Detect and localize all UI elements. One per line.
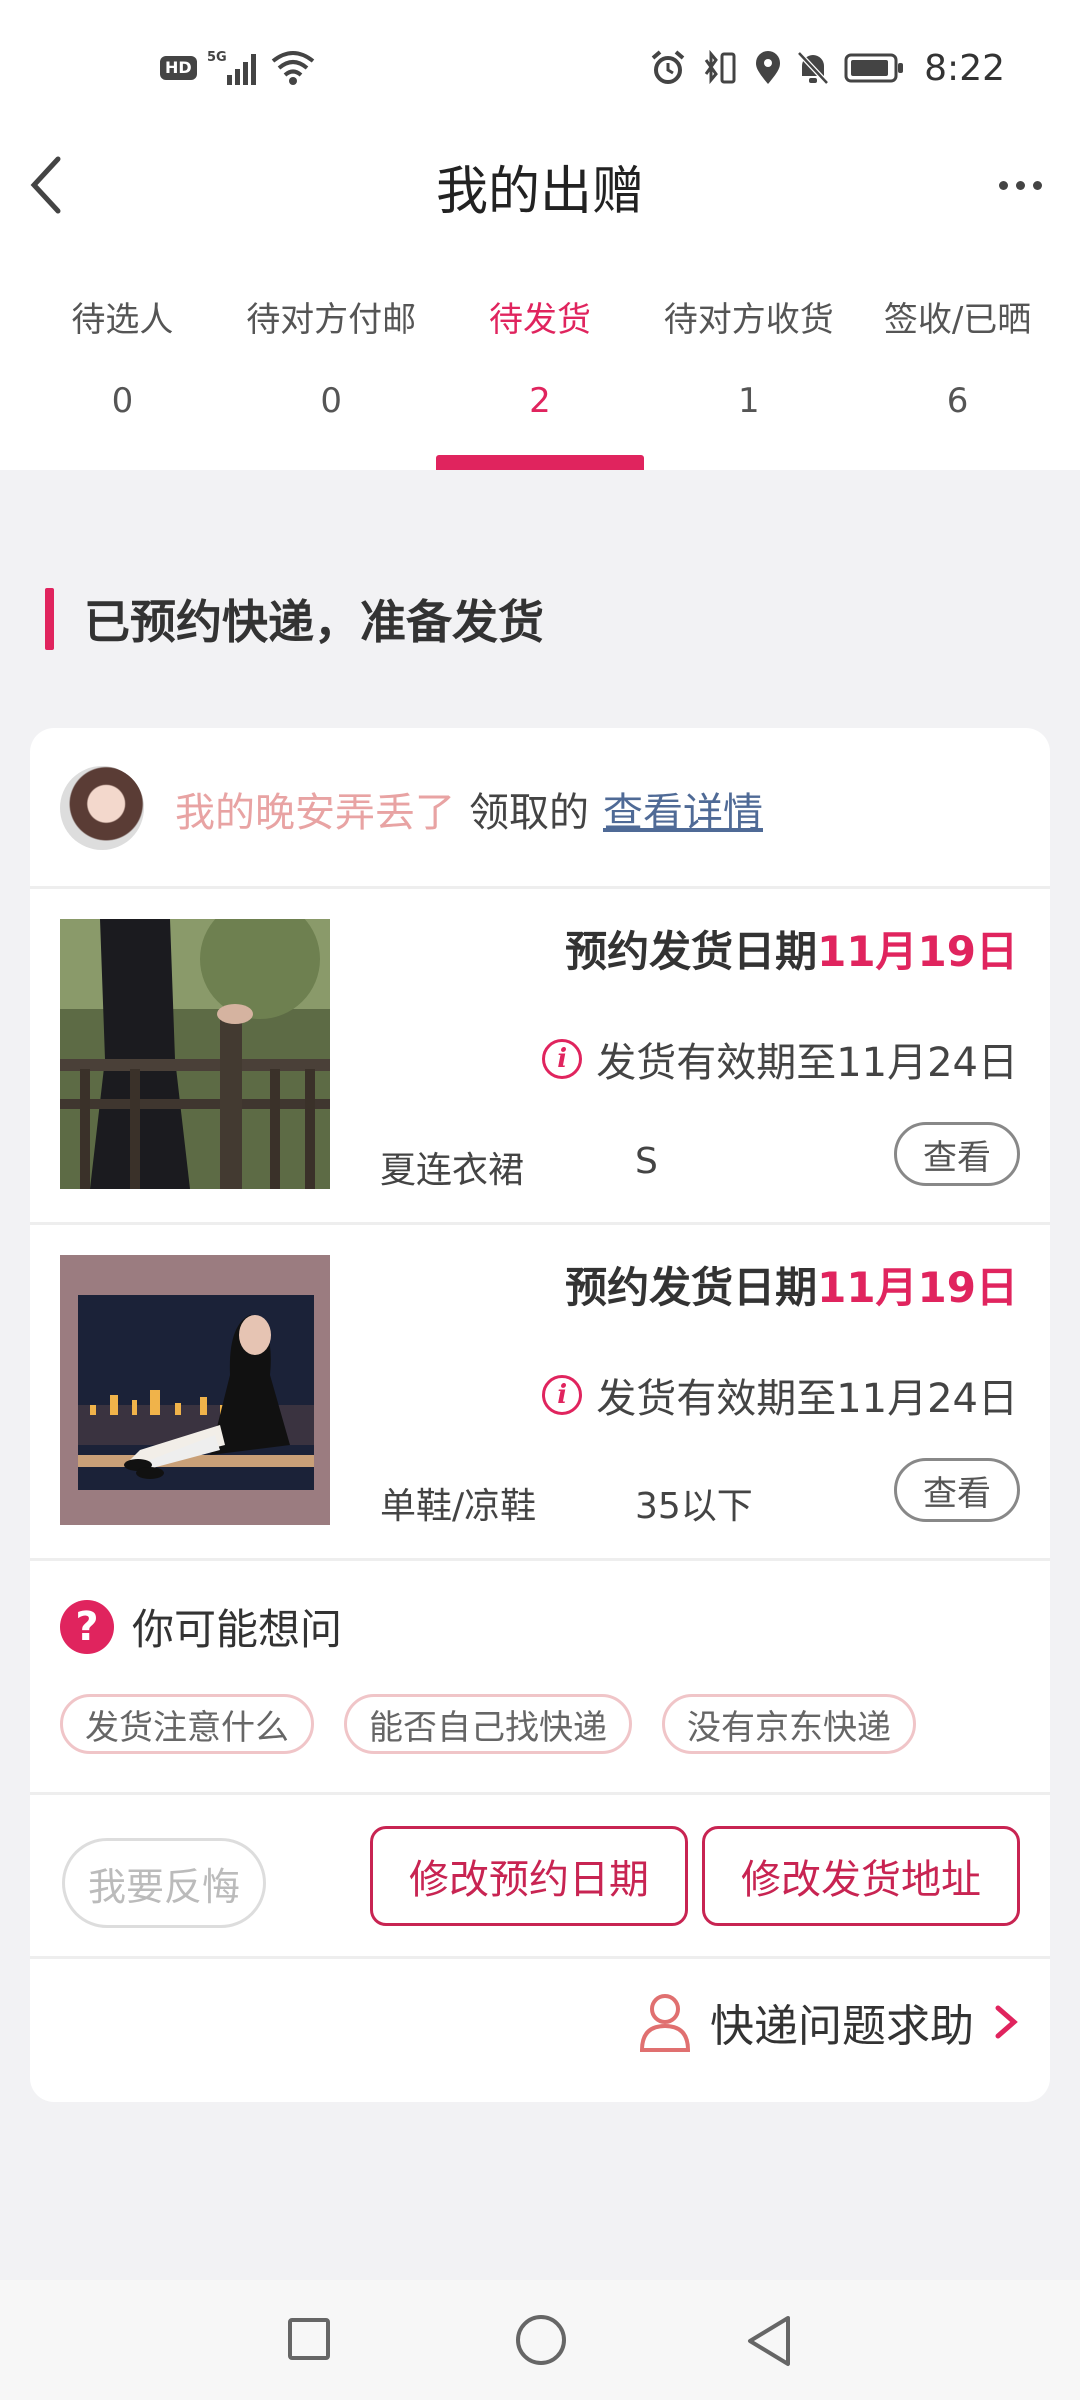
app-header: 我的出赠	[0, 135, 1080, 235]
active-tab-indicator	[435, 455, 644, 470]
validity-line: i 发货有效期至11月24日	[542, 1030, 1018, 1088]
change-date-button[interactable]: 修改预约日期	[370, 1826, 688, 1926]
location-icon	[756, 51, 781, 84]
shoes-photo-image	[60, 1255, 330, 1525]
item-size: S	[635, 1141, 658, 1182]
more-dot	[1015, 180, 1025, 190]
section-title: 已预约快递，准备发货	[84, 595, 544, 649]
tab-signed-shared[interactable]: 签收/已晒 6	[853, 295, 1062, 470]
person-icon	[639, 1994, 691, 2052]
status-right: 8:22	[650, 47, 1005, 89]
recipient-text: 我的晚安弄丢了 领取的 查看详情	[175, 780, 763, 838]
change-address-button[interactable]: 修改发货地址	[702, 1826, 1020, 1926]
tab-label: 待对方收货	[663, 300, 834, 340]
item-photo[interactable]	[60, 919, 330, 1189]
tab-pending-receipt[interactable]: 待对方收货 1	[644, 295, 853, 470]
info-icon: i	[542, 1375, 583, 1415]
status-bar: HD 5G 8:22	[0, 0, 1080, 135]
tab-label: 待发货	[488, 300, 591, 340]
scheduled-date: 预约发货日期11月19日	[565, 1254, 1018, 1315]
item-photo[interactable]	[60, 1255, 330, 1525]
faq-chip[interactable]: 能否自己找快递	[344, 1694, 632, 1754]
info-icon: i	[542, 1039, 583, 1079]
tab-count: 2	[529, 381, 551, 421]
scheduled-date-value: 11月19日	[817, 927, 1018, 976]
bluetooth-vibrate-icon	[704, 50, 736, 85]
tab-pending-select[interactable]: 待选人 0	[18, 295, 227, 470]
scheduled-date-label: 预约发货日期	[565, 1263, 818, 1312]
tab-count: 0	[111, 381, 134, 421]
help-label: 快递问题求助	[710, 2001, 974, 2052]
more-dot	[1032, 180, 1042, 190]
dress-photo-image	[60, 919, 330, 1189]
wifi-icon	[271, 51, 314, 85]
triangle-back-icon	[748, 2316, 790, 2366]
view-details-link[interactable]: 查看详情	[603, 780, 763, 838]
scheduled-date: 预约发货日期11月19日	[565, 918, 1018, 979]
tab-pending-postage[interactable]: 待对方付邮 0	[227, 295, 436, 470]
divider	[30, 1558, 1050, 1561]
faq-title: 你可能想问	[132, 1605, 343, 1654]
tab-count: 6	[946, 381, 969, 421]
alarm-icon	[651, 50, 685, 84]
faq-chip[interactable]: 发货注意什么	[60, 1694, 314, 1754]
page-title: 我的出赠	[435, 162, 644, 222]
status-left: HD 5G	[160, 48, 315, 88]
recipient-row: 我的晚安弄丢了 领取的 查看详情	[30, 728, 1050, 888]
question-icon: ?	[60, 1599, 114, 1654]
tab-count: 1	[737, 381, 760, 421]
scheduled-date-label: 预约发货日期	[565, 927, 818, 976]
view-item-button[interactable]: 查看	[894, 1458, 1020, 1522]
tab-label: 待对方付邮	[246, 300, 417, 340]
svg-text:5G: 5G	[207, 50, 227, 65]
validity-text: 发货有效期至11月24日	[596, 1040, 1018, 1086]
tab-label: 签收/已晒	[883, 300, 1032, 340]
list-item: 预约发货日期11月19日 i 发货有效期至11月24日 夏连衣裙 S 查看	[30, 888, 1050, 1224]
action-row: 我要反悔 修改预约日期 修改发货地址	[30, 1794, 1050, 1954]
scheduled-date-value: 11月19日	[817, 1263, 1018, 1312]
list-item: 预约发货日期11月19日 i 发货有效期至11月24日 单鞋/凉鞋 35以下 查…	[30, 1224, 1050, 1560]
battery-icon	[844, 53, 904, 83]
more-button[interactable]	[980, 145, 1060, 225]
more-horizontal-icon	[998, 180, 1008, 190]
validity-line: i 发货有效期至11月24日	[542, 1366, 1018, 1424]
recents-button[interactable]	[288, 2318, 330, 2360]
hd-icon: HD	[160, 56, 197, 80]
status-tabs: 待选人 0 待对方付邮 0 待发货 2 待对方收货 1 签收/已晒 6	[0, 295, 1080, 470]
courier-help-link[interactable]: 快递问题求助	[638, 1990, 1020, 2054]
chevron-right-icon	[995, 2005, 1018, 2039]
regret-button[interactable]: 我要反悔	[62, 1838, 266, 1928]
system-back-button[interactable]	[744, 2314, 794, 2372]
item-category: 单鞋/凉鞋	[380, 1486, 537, 1527]
divider	[30, 1956, 1050, 1959]
view-item-button[interactable]: 查看	[894, 1122, 1020, 1186]
validity-text: 发货有效期至11月24日	[596, 1376, 1018, 1422]
recipient-name[interactable]: 我的晚安弄丢了	[175, 780, 455, 838]
item-size: 35以下	[635, 1486, 753, 1527]
faq-chip[interactable]: 没有京东快递	[662, 1694, 916, 1754]
recipient-action-label: 领取的	[469, 790, 589, 836]
home-button[interactable]	[516, 2315, 566, 2365]
faq-header: ? 你可能想问	[60, 1596, 342, 1657]
item-category: 夏连衣裙	[380, 1150, 525, 1191]
faq-chips: 发货注意什么 能否自己找快递 没有京东快递	[60, 1694, 916, 1754]
section-accent-bar	[45, 588, 54, 650]
tab-label: 待选人	[71, 300, 174, 340]
mute-icon	[797, 51, 829, 85]
cellular-signal-icon: 5G	[207, 50, 256, 85]
shipment-card: 我的晚安弄丢了 领取的 查看详情 预约发货日期11月19日 i 发货有效期至11…	[30, 728, 1050, 2102]
tab-count: 0	[320, 381, 343, 421]
section-header: 已预约快递，准备发货	[45, 588, 544, 650]
tab-pending-shipment[interactable]: 待发货 2	[435, 295, 645, 470]
avatar[interactable]	[60, 766, 144, 850]
system-nav-bar	[0, 2280, 1080, 2400]
clock-time: 8:22	[924, 47, 1005, 89]
